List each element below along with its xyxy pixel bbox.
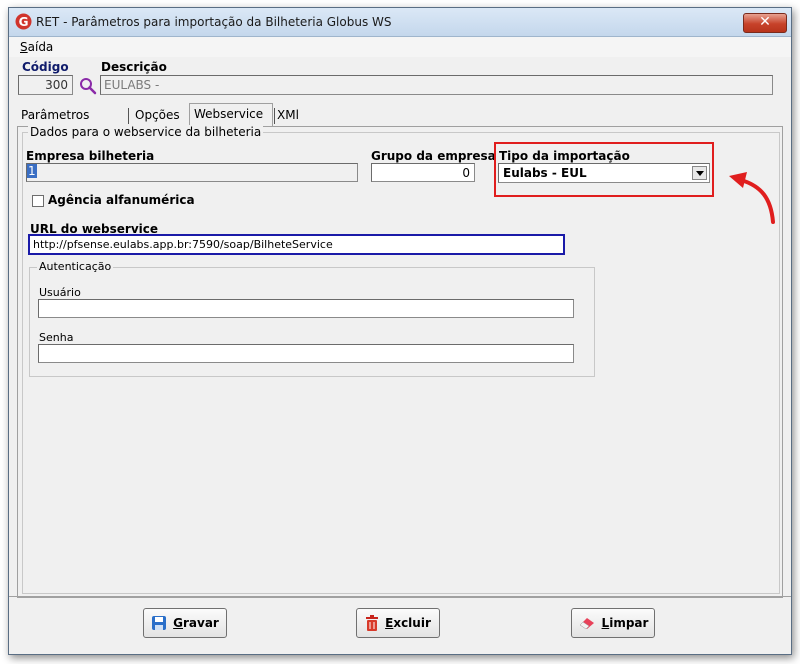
close-icon: ✕ bbox=[759, 14, 771, 30]
grupo-label: Grupo da empresa bbox=[371, 149, 496, 163]
gravar-button[interactable]: Gravar bbox=[143, 608, 227, 638]
tab-opcoes[interactable]: Opções bbox=[131, 105, 184, 125]
usuario-label: Usuário bbox=[39, 286, 81, 299]
autenticacao-title: Autenticação bbox=[37, 260, 114, 273]
codigo-field[interactable]: 300 bbox=[18, 75, 73, 95]
agencia-label: Agência alfanumérica bbox=[48, 193, 195, 207]
descricao-field[interactable]: EULABS - bbox=[100, 75, 773, 95]
usuario-field[interactable] bbox=[38, 299, 574, 318]
save-icon bbox=[152, 616, 167, 630]
webservice-tab-panel: Dados para o webservice da bilheteria Em… bbox=[17, 125, 783, 598]
window-title: RET - Parâmetros para importação da Bilh… bbox=[36, 15, 392, 29]
bottom-separator bbox=[9, 596, 791, 597]
menu-saida[interactable]: Saída bbox=[20, 40, 53, 54]
url-field[interactable]: http://pfsense.eulabs.app.br:7590/soap/B… bbox=[28, 234, 565, 255]
empresa-value: 1 bbox=[27, 164, 37, 178]
webservice-group-title: Dados para o webservice da bilheteria bbox=[28, 125, 264, 139]
limpar-label: impar bbox=[609, 616, 649, 630]
app-logo-icon: G bbox=[15, 13, 32, 30]
chevron-down-icon[interactable] bbox=[692, 166, 707, 180]
gravar-accel: G bbox=[173, 616, 183, 630]
limpar-button[interactable]: Limpar bbox=[571, 608, 655, 638]
trash-icon bbox=[366, 615, 379, 631]
close-button[interactable]: ✕ bbox=[743, 13, 787, 33]
senha-label: Senha bbox=[39, 331, 74, 344]
menu-bar: Saída bbox=[9, 37, 791, 57]
tab-xml[interactable]: XMl bbox=[273, 105, 303, 125]
tipo-label: Tipo da importação bbox=[499, 149, 630, 163]
tab-separator bbox=[128, 108, 129, 124]
descricao-label: Descrição bbox=[101, 60, 167, 74]
tab-webservice[interactable]: Webservice bbox=[189, 103, 273, 126]
senha-field[interactable] bbox=[38, 344, 574, 363]
menu-saida-label: aída bbox=[27, 40, 54, 54]
tipo-value: Eulabs - EUL bbox=[503, 166, 587, 180]
main-window: G RET - Parâmetros para importação da Bi… bbox=[8, 7, 792, 655]
excluir-label: xcluir bbox=[393, 616, 431, 630]
grupo-field[interactable]: 0 bbox=[371, 163, 475, 182]
title-bar[interactable]: G RET - Parâmetros para importação da Bi… bbox=[9, 8, 791, 37]
svg-text:G: G bbox=[19, 15, 29, 29]
tipo-dropdown[interactable]: Eulabs - EUL bbox=[498, 163, 710, 183]
codigo-label: Código bbox=[22, 60, 69, 74]
agencia-checkbox[interactable] bbox=[32, 195, 44, 207]
search-icon[interactable] bbox=[79, 77, 97, 95]
gravar-label: ravar bbox=[183, 616, 219, 630]
red-arrow-annotation bbox=[729, 172, 775, 224]
eraser-icon bbox=[579, 618, 594, 630]
empresa-field[interactable]: 1 bbox=[26, 163, 358, 182]
tab-parametros-gerais[interactable]: Parâmetros gerais bbox=[17, 105, 93, 142]
excluir-button[interactable]: Excluir bbox=[356, 608, 440, 638]
menu-saida-accel: S bbox=[20, 40, 28, 54]
empresa-label: Empresa bilheteria bbox=[26, 149, 155, 163]
